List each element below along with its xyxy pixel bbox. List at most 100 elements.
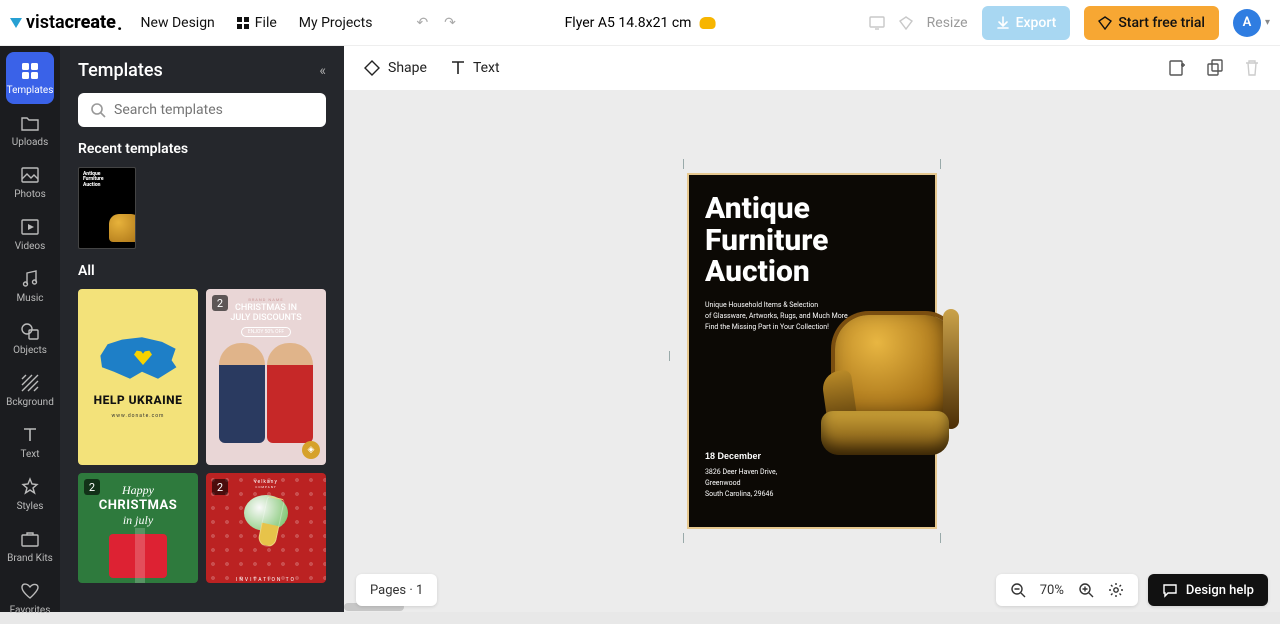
- artboard[interactable]: Antique Furniture Auction Unique Househo…: [687, 173, 937, 529]
- templates-grid-row2: 2 Happy CHRISTMAS in july 2 velkany COMP…: [60, 473, 344, 583]
- zoom-settings-icon[interactable]: [1108, 582, 1124, 598]
- duplicate-icon[interactable]: [1206, 59, 1224, 77]
- shape-icon: [364, 60, 380, 76]
- export-label: Export: [1016, 15, 1057, 31]
- tool-text[interactable]: Text: [451, 60, 500, 76]
- chat-icon: [1162, 583, 1178, 598]
- top-right-group: Resize Export Start free trial A ▾: [869, 6, 1270, 40]
- tpl1-headline: HELP UKRAINE: [94, 393, 183, 407]
- template-help-ukraine[interactable]: HELP UKRAINE www.donate.com: [78, 289, 198, 465]
- tool-shape-label: Shape: [388, 60, 427, 76]
- bottom-bar: Pages · 1 70% Design help: [344, 568, 1280, 612]
- tpl3-l3: in july: [123, 513, 153, 528]
- nav-my-projects-label: My Projects: [299, 15, 373, 31]
- template-velkany-invitation[interactable]: 2 velkany COMPANY INVITATION TO: [206, 473, 326, 583]
- zoom-in-icon[interactable]: [1078, 582, 1094, 598]
- tpl3-l2: CHRISTMAS: [99, 498, 178, 513]
- rail-videos-label: Videos: [15, 241, 46, 252]
- document-title[interactable]: Flyer A5 14.8x21 cm: [565, 15, 716, 31]
- resize-label: Resize: [927, 15, 968, 31]
- panel-header: Templates «: [60, 60, 344, 93]
- search-icon: [90, 102, 106, 118]
- main-area: Templates Uploads Photos Videos Music Ob…: [0, 46, 1280, 612]
- tpl4-invitation: INVITATION TO: [236, 577, 296, 583]
- recent-template-thumb[interactable]: Antique Furniture Auction: [78, 167, 136, 249]
- brand-dot: .: [117, 11, 123, 35]
- rail-uploads[interactable]: Uploads: [6, 104, 54, 156]
- rail-photos[interactable]: Photos: [6, 156, 54, 208]
- zoom-controls: 70%: [996, 574, 1138, 606]
- rail-styles[interactable]: Styles: [6, 468, 54, 520]
- brand-kits-icon: [19, 528, 41, 550]
- nav-file[interactable]: File: [237, 15, 277, 31]
- add-page-icon[interactable]: [1168, 59, 1186, 77]
- resize-button[interactable]: Resize: [927, 15, 968, 31]
- gift-icon: [109, 534, 167, 578]
- rail-background[interactable]: Bckground: [6, 364, 54, 416]
- ukraine-map-icon: [98, 335, 178, 381]
- zoom-level[interactable]: 70%: [1040, 583, 1064, 598]
- flyer-chair-image[interactable]: [805, 315, 955, 455]
- brand-logo[interactable]: vistacreate.: [10, 11, 123, 35]
- rail-objects[interactable]: Objects: [6, 312, 54, 364]
- videos-icon: [19, 216, 41, 238]
- music-icon: [19, 268, 41, 290]
- rail-favorites[interactable]: Favorites: [6, 572, 54, 624]
- flyer-address[interactable]: 3826 Deer Haven Drive, Greenwood South C…: [705, 467, 935, 501]
- rail-music[interactable]: Music: [6, 260, 54, 312]
- canvas-area: Shape Text Antique Furniture: [344, 46, 1280, 612]
- pages-indicator[interactable]: Pages · 1: [356, 574, 437, 606]
- present-icon[interactable]: [869, 16, 885, 30]
- canvas-toolbar: Shape Text: [344, 46, 1280, 90]
- tpl2-l1: CHRISTMAS IN: [235, 303, 297, 313]
- uploads-icon: [19, 112, 41, 134]
- start-trial-button[interactable]: Start free trial: [1084, 6, 1219, 40]
- rail-templates[interactable]: Templates: [6, 52, 54, 104]
- rail-uploads-label: Uploads: [12, 137, 48, 148]
- text-icon: [19, 424, 41, 446]
- templates-icon: [19, 60, 41, 82]
- rail-favorites-label: Favorites: [10, 605, 51, 616]
- diamond-icon: [1098, 16, 1112, 30]
- templates-panel: Templates « Recent templates Antique Fur…: [60, 46, 344, 612]
- rail-brand-kits[interactable]: Brand Kits: [6, 520, 54, 572]
- design-help-button[interactable]: Design help: [1148, 574, 1268, 606]
- premium-badge-icon: ◈: [302, 441, 320, 459]
- template-happy-christmas-july[interactable]: 2 Happy CHRISTMAS in july: [78, 473, 198, 583]
- all-section-label: All: [60, 263, 344, 289]
- tool-shape[interactable]: Shape: [364, 60, 427, 76]
- save-status-icon: [699, 17, 715, 29]
- top-nav: New Design File My Projects ↶ ↷: [141, 15, 456, 31]
- undo-icon[interactable]: ↶: [416, 15, 428, 31]
- flyer-title[interactable]: Antique Furniture Auction: [705, 193, 935, 288]
- undo-redo-group: ↶ ↷: [416, 15, 455, 31]
- premium-diamond-icon[interactable]: [899, 16, 913, 30]
- avatar-initial: A: [1243, 15, 1252, 30]
- tpl2-l2: JULY DISCOUNTS: [230, 313, 301, 323]
- canvas-stage[interactable]: Antique Furniture Auction Unique Househo…: [344, 90, 1280, 612]
- rail-styles-label: Styles: [17, 501, 44, 512]
- top-bar: vistacreate. New Design File My Projects…: [0, 0, 1280, 46]
- tpl4-brand-sub: COMPANY: [255, 485, 276, 489]
- flyer-title-l1: Antique: [705, 191, 810, 226]
- rail-videos[interactable]: Videos: [6, 208, 54, 260]
- search-field[interactable]: [78, 93, 326, 127]
- trash-icon[interactable]: [1244, 59, 1260, 77]
- nav-new-design[interactable]: New Design: [141, 15, 215, 31]
- text-tool-icon: [451, 60, 465, 76]
- rail-music-label: Music: [16, 293, 43, 304]
- search-input[interactable]: [114, 102, 314, 118]
- zoom-out-icon[interactable]: [1010, 582, 1026, 598]
- collapse-panel-icon[interactable]: «: [319, 63, 326, 79]
- template-christmas-july-discounts[interactable]: 2 BRAND NAME CHRISTMAS INJULY DISCOUNTS …: [206, 289, 326, 465]
- redo-icon[interactable]: ↷: [444, 15, 456, 31]
- pages-label: Pages · 1: [370, 583, 423, 598]
- nav-my-projects[interactable]: My Projects: [299, 15, 373, 31]
- rail-text[interactable]: Text: [6, 416, 54, 468]
- export-button[interactable]: Export: [982, 6, 1071, 40]
- flyer-desc-l1: Unique Household Items & Selection: [705, 301, 818, 309]
- tpl3-page-count: 2: [84, 479, 100, 495]
- brand-name-2: create: [65, 12, 116, 33]
- account-menu[interactable]: A ▾: [1233, 9, 1270, 37]
- start-trial-label: Start free trial: [1118, 15, 1205, 31]
